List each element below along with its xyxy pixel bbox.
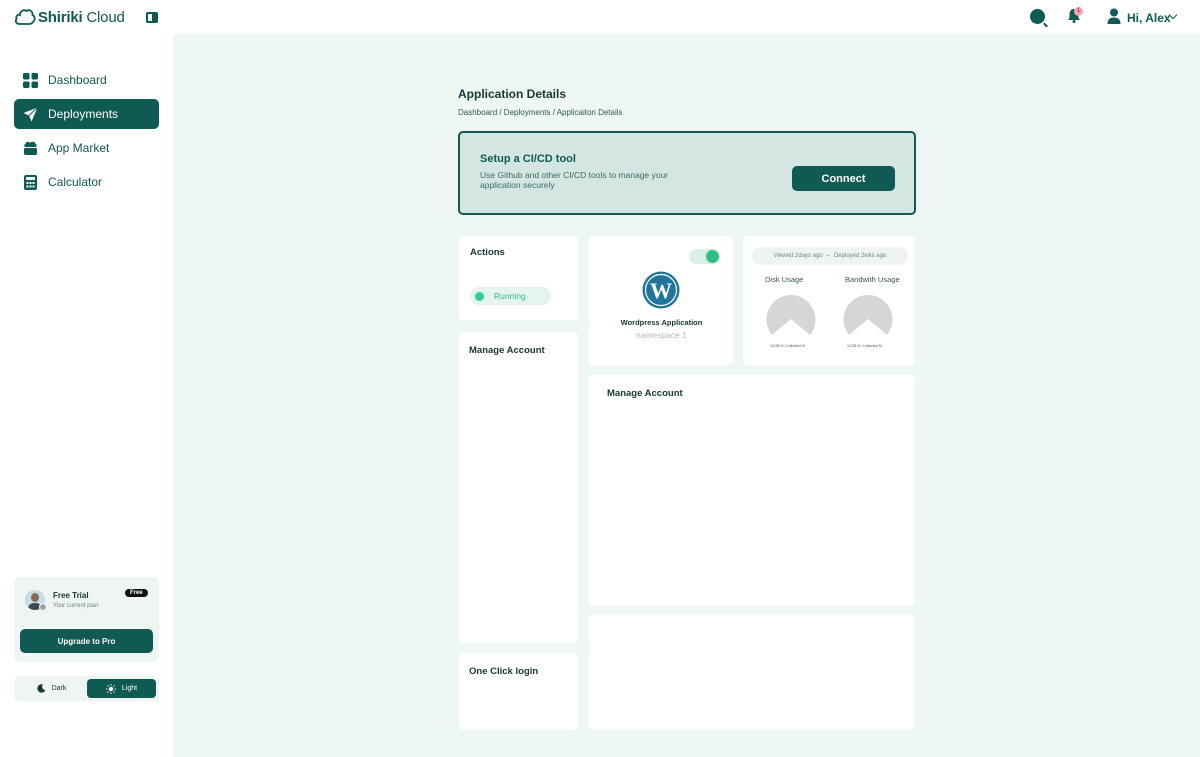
activity-pill: Viewed 2days ago – Deployed 2wks ago xyxy=(752,247,908,265)
manage-account-title: Manage Account xyxy=(469,345,545,356)
manage-account-card-left: Manage Account xyxy=(459,332,578,643)
app-namespace: namespace 1 xyxy=(635,330,688,340)
disk-usage-caption: 11235 M / Unlimited M xyxy=(770,344,805,348)
avatar-status-dot xyxy=(39,603,47,611)
logo[interactable]: Shiriki Cloud xyxy=(14,7,125,27)
connect-button[interactable]: Connect xyxy=(792,166,895,191)
app-enable-toggle[interactable] xyxy=(689,249,720,264)
logo-text-light: Cloud xyxy=(82,8,125,26)
upgrade-button[interactable]: Upgrade to Pro xyxy=(20,629,153,653)
sidebar-item-label: Calculator xyxy=(48,175,103,189)
cicd-banner: Setup a CI/CD tool Use Github and other … xyxy=(458,131,916,215)
sidebar: Dashboard Deployments App Market Calcula… xyxy=(0,34,173,757)
theme-light-label: Light xyxy=(121,685,138,692)
plan-badge: Free xyxy=(125,589,148,597)
cicd-description: Use Github and other CI/CD tools to mana… xyxy=(480,170,669,190)
plan-subtitle: Your current plan xyxy=(53,603,99,609)
deployed-text: Deployed 2wks ago xyxy=(833,253,887,259)
page-title: Application Details xyxy=(458,87,567,101)
status-dot xyxy=(475,291,484,301)
disk-usage-gauge xyxy=(766,295,816,335)
paper-plane-icon xyxy=(22,106,38,122)
sidebar-item-deployments[interactable]: Deployments xyxy=(14,99,159,129)
sidebar-item-label: Deployments xyxy=(48,107,119,121)
sidebar-item-app-market[interactable]: App Market xyxy=(14,133,159,163)
user-greeting[interactable]: Hi, Alex xyxy=(1127,11,1171,25)
actions-card: Actions Running xyxy=(459,236,578,320)
user-icon[interactable] xyxy=(1107,8,1121,24)
one-click-login-card: One Click login xyxy=(459,653,578,730)
status-badge: Running xyxy=(470,287,551,305)
cloud-box-icon xyxy=(22,140,38,156)
main-content: Application Details Dashboard / Deployme… xyxy=(173,34,1200,757)
viewed-text: Viewed 2days ago xyxy=(773,253,823,259)
manage-account-title: Manage Account xyxy=(607,388,683,399)
bandwidth-usage-caption: 11235 M / Unlimited M xyxy=(847,344,882,348)
notification-badge: 1 xyxy=(1074,7,1083,16)
separator-text: – xyxy=(826,253,830,259)
theme-toggle: Dark Light xyxy=(14,676,159,701)
svg-text:W: W xyxy=(650,278,672,303)
wordpress-icon: W xyxy=(642,271,680,309)
plan-card: Free Trial Your current plan Free Upgrad… xyxy=(14,577,159,662)
status-label: Running xyxy=(494,291,526,301)
bandwidth-usage-gauge xyxy=(843,295,893,335)
sun-icon xyxy=(105,683,116,694)
sidebar-item-calculator[interactable]: Calculator xyxy=(14,167,159,197)
bandwidth-usage-label: Bandwith Usage xyxy=(845,275,900,284)
sidebar-toggle-icon[interactable] xyxy=(146,12,158,23)
logo-text-bold: Shiriki xyxy=(38,8,83,26)
theme-dark-label: Dark xyxy=(51,685,67,692)
toggle-knob xyxy=(706,250,719,263)
empty-card xyxy=(589,614,915,730)
sidebar-item-label: App Market xyxy=(48,141,110,155)
calculator-icon xyxy=(22,174,38,190)
theme-light-option[interactable]: Light xyxy=(87,679,156,698)
moon-icon xyxy=(37,684,46,693)
app-name: Wordpress Application xyxy=(620,318,703,327)
top-bar: Shiriki Cloud 1 Hi, Alex xyxy=(0,0,1200,34)
actions-title: Actions xyxy=(470,247,505,258)
app-card: W Wordpress Application namespace 1 xyxy=(589,236,733,365)
theme-dark-option[interactable]: Dark xyxy=(17,679,86,698)
cloud-logo-icon xyxy=(14,9,36,25)
disk-usage-label: Disk Usage xyxy=(765,275,804,284)
sidebar-item-label: Dashboard xyxy=(48,73,107,87)
usage-card: Viewed 2days ago – Deployed 2wks ago Dis… xyxy=(743,236,915,365)
cicd-title: Setup a CI/CD tool xyxy=(480,153,576,165)
search-icon[interactable] xyxy=(1030,9,1045,24)
sidebar-item-dashboard[interactable]: Dashboard xyxy=(14,65,159,95)
grid-icon xyxy=(22,72,38,88)
breadcrumb[interactable]: Dashboard / Deployments / Applicaiton De… xyxy=(458,108,623,117)
plan-name: Free Trial xyxy=(53,591,89,600)
manage-account-card-right: Manage Account xyxy=(589,375,915,605)
one-click-login-title: One Click login xyxy=(469,666,539,677)
